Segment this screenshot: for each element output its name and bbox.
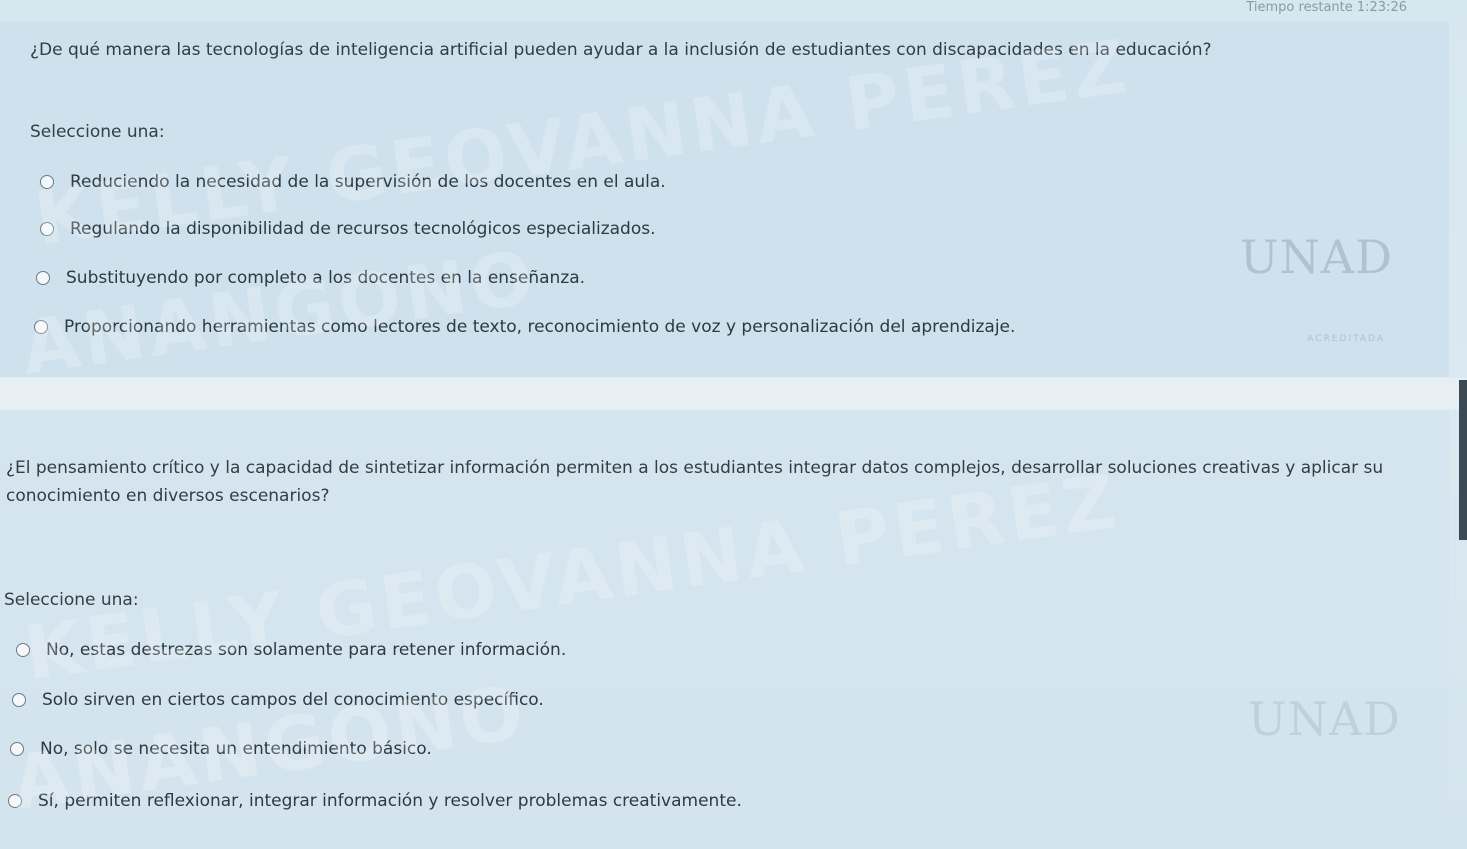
radio-button[interactable] [40,222,54,236]
question-2-prompt: Seleccione una: [4,590,139,610]
radio-button[interactable] [36,271,50,285]
option-label: Substituyendo por completo a los docente… [66,268,586,288]
radio-button[interactable] [10,742,24,756]
option-label: Sí, permiten reflexionar, integrar infor… [38,791,742,811]
option-label: Reduciendo la necesidad de la supervisió… [70,172,666,192]
question-1-prompt: Seleccione una: [30,122,165,142]
option-label: No, solo se necesita un entendimiento bá… [40,739,432,759]
unad-logo-subtitle: ACREDITADA [1307,334,1385,344]
option-label: No, estas destrezas son solamente para r… [46,640,567,660]
question-2-option-b[interactable]: Solo sirven en ciertos campos del conoci… [12,690,544,710]
time-remaining: Tiempo restante 1:23:26 [1246,0,1407,15]
unad-logo: UNAD [1247,692,1401,746]
question-1-option-b[interactable]: Regulando la disponibilidad de recursos … [40,219,656,239]
option-label: Proporcionando herramientas como lectore… [64,317,1016,337]
radio-button[interactable] [12,693,26,707]
question-2-option-c[interactable]: No, solo se necesita un entendimiento bá… [10,739,432,759]
question-1-option-c[interactable]: Substituyendo por completo a los docente… [36,268,585,288]
radio-button[interactable] [16,643,30,657]
question-2-text: ¿El pensamiento crítico y la capacidad d… [6,458,1384,506]
radio-button[interactable] [40,175,54,189]
unad-logo: UNAD [1239,230,1393,284]
question-1: ¿De qué manera las tecnologías de inteli… [0,22,1449,377]
question-1-text: ¿De qué manera las tecnologías de inteli… [30,40,1212,60]
question-2: ¿El pensamiento crítico y la capacidad d… [0,410,1449,849]
question-2-option-a[interactable]: No, estas destrezas son solamente para r… [16,640,566,660]
option-label: Regulando la disponibilidad de recursos … [70,219,656,239]
question-2-option-d[interactable]: Sí, permiten reflexionar, integrar infor… [8,791,742,811]
radio-button[interactable] [34,320,48,334]
question-divider [0,378,1467,410]
question-1-option-a[interactable]: Reduciendo la necesidad de la supervisió… [40,172,666,192]
scrollbar[interactable] [1459,380,1467,540]
question-1-option-d[interactable]: Proporcionando herramientas como lectore… [34,317,1015,337]
option-label: Solo sirven en ciertos campos del conoci… [42,690,544,710]
radio-button[interactable] [8,794,22,808]
